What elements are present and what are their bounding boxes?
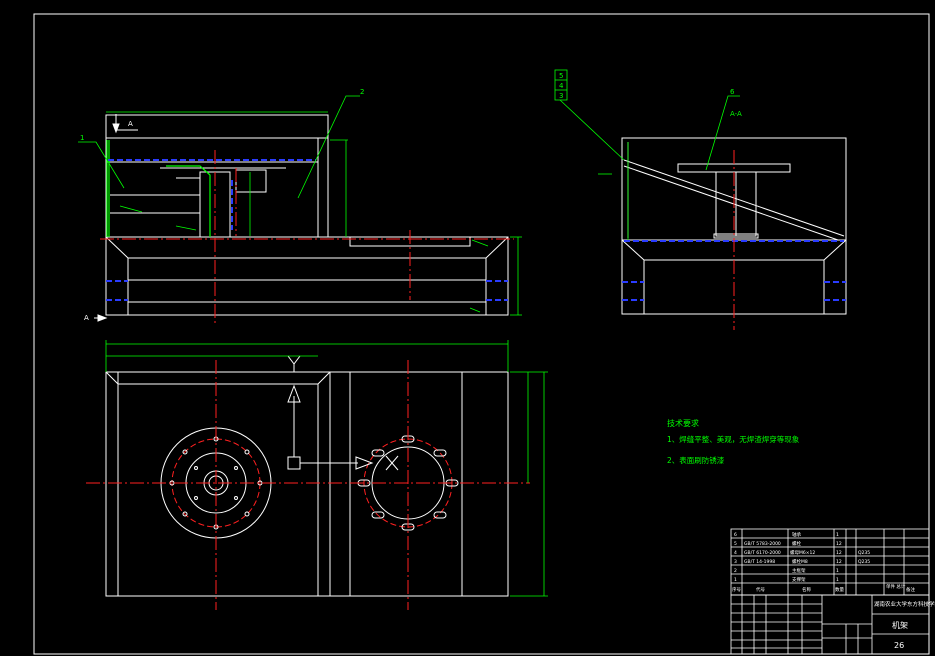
notes-item-2: 2、表面刷防锈漆 [667,455,725,465]
ucs-icon [287,355,399,471]
title-block-sheet-number: 26 [894,641,904,650]
parts-row-note: Q235 [858,559,870,565]
parts-row-no: 4 [734,550,737,556]
cad-drawing-canvas: A A 1 2 5 4 3 6 A-A 技术要求 1、焊缝平整、美观，无焊渣焊穿… [33,13,935,655]
top-view-center-lines [86,360,530,610]
parts-list-rows: 6 轴承 1 5 GB/T 5783-2000 螺栓 12 4 GB/T 617… [732,531,915,593]
parts-header-code: 代号 [756,586,765,593]
parts-row-no: 1 [734,577,737,583]
front-view-hidden-lines [106,159,508,301]
parts-header-no: 序号 [732,586,741,593]
parts-row-name: 轴承 [792,531,801,538]
balloon-1-label: 1 [80,134,84,142]
parts-row-code: GB/T 5783-2000 [744,541,781,547]
parts-row-name: 螺栓M8 [792,558,808,565]
parts-row-no: 2 [734,568,737,574]
section-mark-a-bottom: A [84,314,89,322]
section-mark-arrows [94,114,138,322]
parts-header-note: 备注 [906,586,915,593]
stack-label-4: 4 [559,82,564,90]
parts-row-name: 螺栓 [792,540,801,547]
stack-label-5: 5 [559,72,563,80]
parts-header-mass: 单件 总计 [886,583,906,590]
parts-row-qty: 12 [836,550,842,556]
top-view-dimensions [105,340,548,597]
front-view [105,114,509,316]
balloon-2-label: 2 [360,88,364,96]
front-view-left-member [106,140,211,237]
parts-row-code: GB/T 6170-2000 [744,550,781,556]
parts-row-name: 支撑架 [792,576,806,583]
title-block-drawing-name: 机架 [892,620,908,630]
balloon-6-label: 6 [730,88,735,96]
parts-row-name: 主框架 [792,567,806,574]
parts-row-no: 3 [734,559,737,565]
parts-row-name: 螺母M6×12 [790,549,815,556]
parts-row-qty: 1 [836,568,839,574]
parts-row-qty: 12 [836,541,842,547]
drawing-frame [33,13,930,655]
title-block-school: 湖南农业大学东方科技学院 [874,600,935,608]
parts-row-qty: 1 [836,577,839,583]
parts-row-note: Q235 [858,550,870,556]
stack-label-3: 3 [559,92,563,100]
side-view-leaders [554,69,740,240]
notes-heading: 技术要求 [667,418,699,428]
parts-row-qty: 12 [836,559,842,565]
parts-row-no: 5 [734,541,737,547]
top-view [105,371,509,597]
notes-item-1: 1、焊缝平整、美观，无焊渣焊穿等现象 [667,434,800,444]
parts-header-name: 名称 [802,586,811,593]
parts-row-no: 6 [734,532,737,538]
section-title-aa: A-A [730,110,742,118]
parts-header-qty: 数量 [835,586,844,593]
parts-row-qty: 1 [836,532,839,538]
parts-row-code: GB/T 14-1998 [744,559,775,565]
section-mark-a-top: A [128,120,133,128]
